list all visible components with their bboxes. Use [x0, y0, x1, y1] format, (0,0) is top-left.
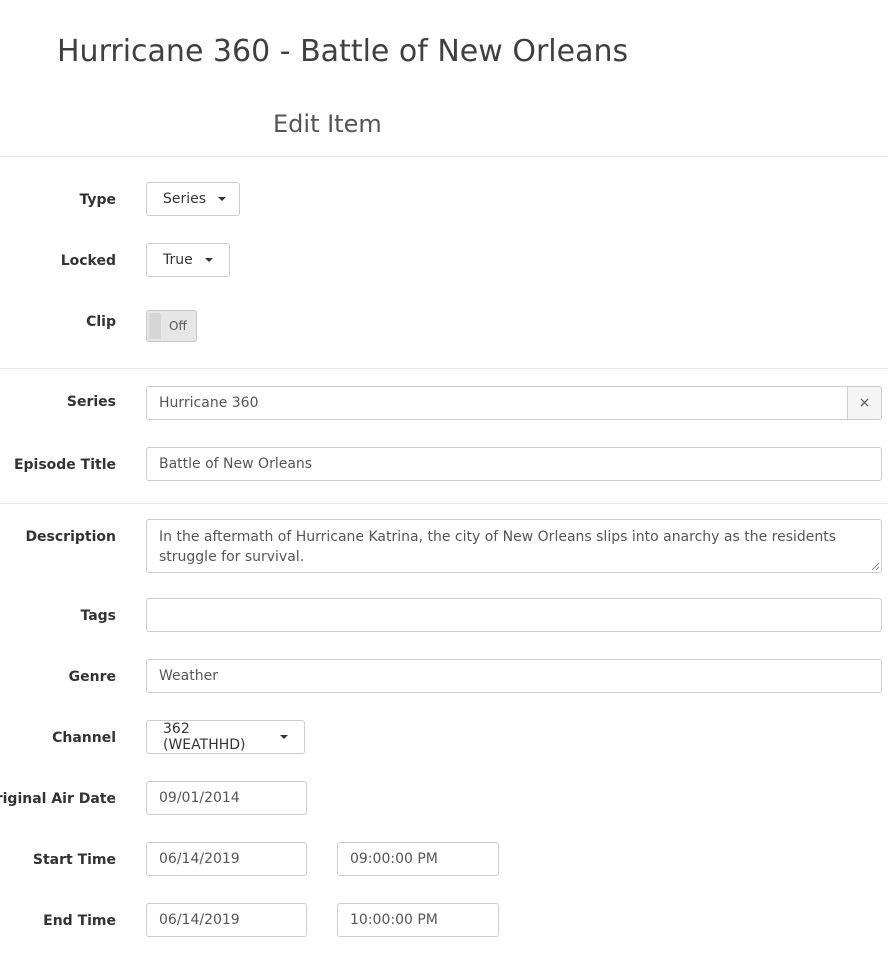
end-time-label: End Time: [43, 913, 116, 929]
toggle-handle: [149, 313, 161, 339]
end-date-input[interactable]: 06/14/2019: [146, 903, 307, 937]
type-value: Series: [163, 191, 207, 207]
page-title: Hurricane 360 - Battle of New Orleans: [57, 34, 629, 69]
header-divider: [0, 156, 888, 157]
genre-input[interactable]: Weather: [146, 659, 882, 693]
tags-label: Tags: [80, 608, 116, 624]
clip-label: Clip: [86, 314, 116, 330]
episode-title-label: Episode Title: [13, 457, 116, 473]
modal-title: Edit Item: [273, 110, 382, 138]
channel-value: 362 (WEATHHD): [163, 721, 246, 753]
resize-grip-icon[interactable]: [871, 562, 880, 571]
close-icon: ×: [858, 395, 871, 411]
description-textarea[interactable]: In the aftermath of Hurricane Katrina, t…: [146, 519, 882, 573]
series-input[interactable]: Hurricane 360: [146, 386, 848, 420]
start-time-label: Start Time: [32, 852, 116, 868]
start-time-input[interactable]: 09:00:00 PM: [337, 842, 499, 876]
series-label: Series: [66, 394, 116, 410]
locked-dropdown[interactable]: True: [146, 243, 230, 277]
description-label: Description: [25, 529, 116, 545]
locked-value: True: [163, 252, 193, 268]
clip-toggle-state: Off: [169, 319, 187, 333]
start-date-input[interactable]: 06/14/2019: [146, 842, 307, 876]
type-dropdown[interactable]: Series: [146, 182, 240, 216]
caret-down-icon: [204, 258, 213, 262]
series-clear-button[interactable]: ×: [847, 386, 882, 420]
channel-dropdown[interactable]: 362 (WEATHHD): [146, 720, 305, 754]
description-text: In the aftermath of Hurricane Katrina, t…: [159, 529, 837, 565]
type-label: Type: [79, 192, 116, 208]
original-air-date-label: Original Air Date: [0, 791, 116, 807]
section-divider: [0, 503, 888, 504]
section-divider: [0, 368, 888, 369]
episode-title-input[interactable]: Battle of New Orleans: [146, 447, 882, 481]
channel-label: Channel: [52, 730, 116, 746]
clip-toggle[interactable]: Off: [146, 310, 197, 342]
original-air-date-input[interactable]: 09/01/2014: [146, 781, 307, 815]
caret-down-icon: [218, 197, 227, 201]
end-time-input[interactable]: 10:00:00 PM: [337, 903, 499, 937]
locked-label: Locked: [60, 253, 116, 269]
caret-down-icon: [280, 735, 288, 739]
genre-label: Genre: [68, 669, 116, 685]
tags-input[interactable]: [146, 598, 882, 632]
